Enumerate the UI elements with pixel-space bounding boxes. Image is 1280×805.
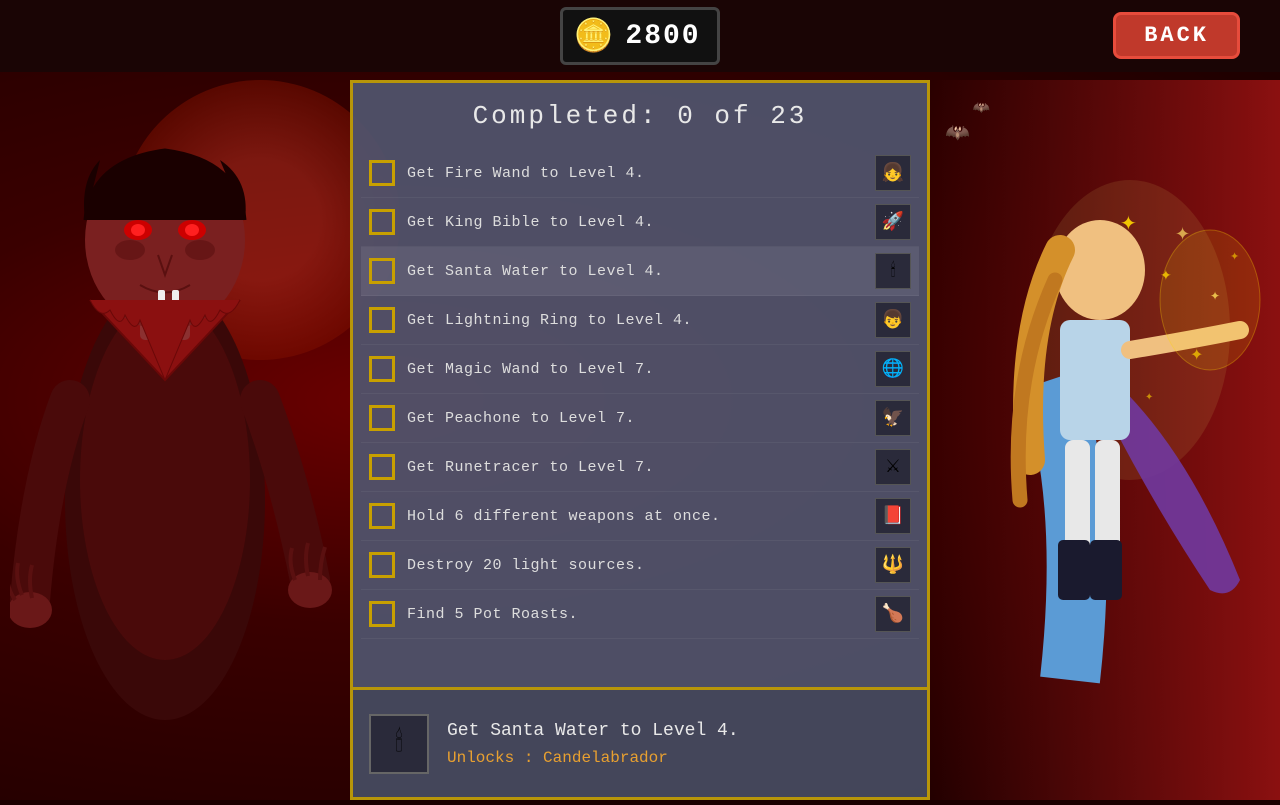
achievement-icon: 🌐	[875, 351, 911, 387]
unlocks-value: Candelabrador	[543, 749, 668, 767]
achievement-icon: 🦅	[875, 400, 911, 436]
achievement-checkbox[interactable]	[369, 209, 395, 235]
currency-value: 2800	[625, 21, 700, 52]
achievement-checkbox[interactable]	[369, 601, 395, 627]
completed-header: Completed: 0 of 23	[353, 83, 927, 145]
achievement-text: Get Magic Wand to Level 7.	[407, 361, 863, 378]
achievement-row[interactable]: Find 5 Pot Roasts. 🍗	[361, 590, 919, 639]
achievement-text: Get Fire Wand to Level 4.	[407, 165, 863, 182]
achievement-checkbox[interactable]	[369, 258, 395, 284]
achievement-checkbox[interactable]	[369, 405, 395, 431]
achievement-icon: 👧	[875, 155, 911, 191]
detail-icon: 🕯	[369, 714, 429, 774]
achievement-checkbox[interactable]	[369, 454, 395, 480]
achievement-text: Destroy 20 light sources.	[407, 557, 863, 574]
achievement-row[interactable]: Get Fire Wand to Level 4. 👧	[361, 149, 919, 198]
right-character-illustration: ✦ ✦ ✦ ✦ ✦ ✦ ✦	[930, 80, 1280, 800]
coin-icon	[571, 14, 615, 58]
achievement-icon: ⚔	[875, 449, 911, 485]
achievement-icon: 🚀	[875, 204, 911, 240]
vampire-illustration	[10, 100, 340, 750]
currency-widget: 2800	[560, 7, 719, 65]
achievement-text: Get Runetracer to Level 7.	[407, 459, 863, 476]
detail-text: Get Santa Water to Level 4. Unlocks : Ca…	[447, 721, 911, 767]
achievement-row[interactable]: Hold 6 different weapons at once. 📕	[361, 492, 919, 541]
achievement-icon: 🕯	[875, 253, 911, 289]
achievement-checkbox[interactable]	[369, 307, 395, 333]
detail-panel: 🕯 Get Santa Water to Level 4. Unlocks : …	[350, 690, 930, 800]
back-button[interactable]: BACK	[1113, 12, 1240, 59]
achievement-row[interactable]: Get Lightning Ring to Level 4. 👦	[361, 296, 919, 345]
achievement-checkbox[interactable]	[369, 503, 395, 529]
achievement-icon: 📕	[875, 498, 911, 534]
bat-decoration: 🦇	[945, 120, 970, 146]
achievement-text: Get Peachone to Level 7.	[407, 410, 863, 427]
achievements-list[interactable]: Get Fire Wand to Level 4. 👧 Get King Bible…	[353, 145, 927, 687]
achievement-text: Find 5 Pot Roasts.	[407, 606, 863, 623]
achievement-icon: 🔱	[875, 547, 911, 583]
right-char-svg: ✦ ✦ ✦ ✦ ✦ ✦ ✦	[930, 80, 1280, 800]
achievement-row[interactable]: Get Runetracer to Level 7. ⚔	[361, 443, 919, 492]
bat-decoration-2: 🦇	[973, 100, 990, 117]
achievement-text: Hold 6 different weapons at once.	[407, 508, 863, 525]
achievement-icon: 🍗	[875, 596, 911, 632]
detail-unlocks: Unlocks : Candelabrador	[447, 749, 911, 767]
achievement-row[interactable]: Get Magic Wand to Level 7. 🌐	[361, 345, 919, 394]
achievement-text: Get King Bible to Level 4.	[407, 214, 863, 231]
achievement-row[interactable]: Get King Bible to Level 4. 🚀	[361, 198, 919, 247]
header-bar: 2800 BACK	[0, 0, 1280, 72]
achievement-icon: 👦	[875, 302, 911, 338]
achievements-box: Completed: 0 of 23 Get Fire Wand to Leve…	[350, 80, 930, 690]
vampire-svg	[10, 100, 340, 750]
svg-text:✦: ✦	[1120, 214, 1137, 237]
achievement-row[interactable]: Get Peachone to Level 7. 🦅	[361, 394, 919, 443]
achievement-checkbox[interactable]	[369, 552, 395, 578]
achievement-text: Get Santa Water to Level 4.	[407, 263, 863, 280]
detail-title: Get Santa Water to Level 4.	[447, 721, 911, 741]
svg-text:✦: ✦	[1145, 392, 1153, 404]
achievement-row[interactable]: Get Santa Water to Level 4. 🕯	[361, 247, 919, 296]
achievement-text: Get Lightning Ring to Level 4.	[407, 312, 863, 329]
main-panel: Completed: 0 of 23 Get Fire Wand to Leve…	[350, 80, 930, 800]
achievement-checkbox[interactable]	[369, 356, 395, 382]
achievement-checkbox[interactable]	[369, 160, 395, 186]
unlocks-label: Unlocks :	[447, 749, 533, 767]
achievement-row[interactable]: Destroy 20 light sources. 🔱	[361, 541, 919, 590]
